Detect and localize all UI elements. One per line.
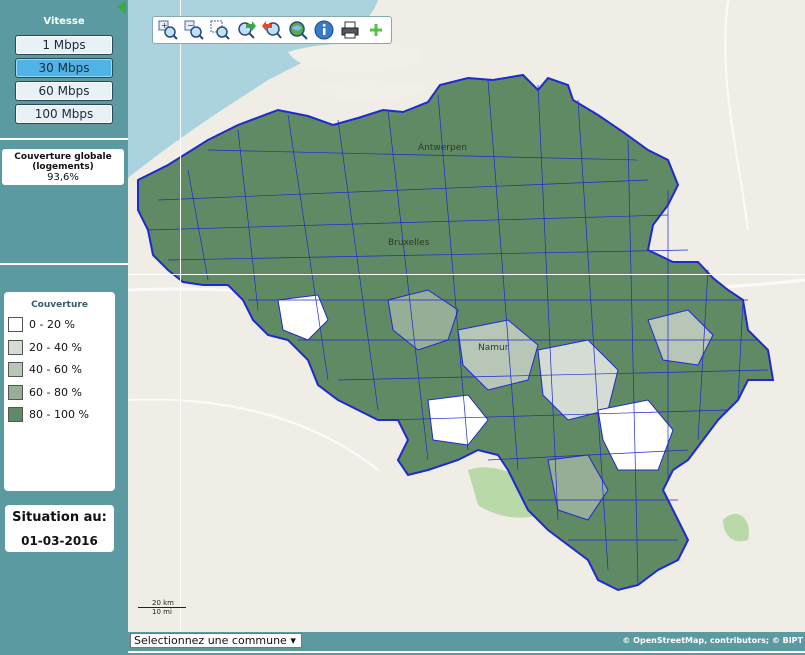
scale-bar: 20 km 10 mi [138,598,198,618]
global-coverage-panel: Couverture globale (logements) 93,6% [2,149,124,185]
situation-title: Situation au: [12,510,107,525]
sidebar: Vitesse 1 Mbps 30 Mbps 60 Mbps 100 Mbps … [0,0,128,655]
crosshair-horizontal [128,274,805,275]
add-icon [370,24,382,36]
legend-item: 60 - 80 % [8,384,82,400]
divider [0,263,128,265]
full-extent-icon [289,21,308,40]
zoom-in-icon: + [158,20,178,40]
collapse-panel-icon[interactable] [116,0,127,14]
legend-swatch [8,316,23,332]
legend-item: 80 - 100 % [8,406,89,422]
pan-back-tool[interactable] [260,18,284,42]
zoom-out-tool[interactable]: − [182,18,206,42]
chevron-down-icon: ▾ [290,634,296,647]
print-tool[interactable] [338,18,362,42]
legend-item: 40 - 60 % [8,361,82,377]
legend-label: 20 - 40 % [29,340,82,354]
commune-select-label: Selectionnez une commune [134,634,287,647]
crosshair-vertical [180,0,181,632]
legend-label: 80 - 100 % [29,407,89,421]
road [724,0,749,231]
zoom-box-tool[interactable] [208,18,232,42]
road [128,398,379,471]
forest-area [723,513,749,542]
zoom-box-icon [210,20,230,40]
scale-km: 20 km [152,599,175,607]
situation-date: 01-03-2016 [21,534,98,548]
speed-title: Vitesse [43,16,85,27]
legend-swatch [8,406,23,422]
commune-select[interactable]: Selectionnez une commune ▾ [130,633,302,648]
speed-button-30mbps[interactable]: 30 Mbps [15,58,113,78]
map-canvas: Antwerpen Bruxelles Namur [128,0,805,592]
legend-label: 60 - 80 % [29,385,82,399]
map-view[interactable]: Antwerpen Bruxelles Namur + − 20 km 10 m… [128,0,805,632]
speed-button-1mbps[interactable]: 1 Mbps [15,35,113,55]
land-area [318,80,428,101]
divider [0,138,128,140]
scale-mi: 10 mi [152,608,172,616]
speed-button-100mbps[interactable]: 100 Mbps [15,104,113,124]
place-label: Bruxelles [388,238,430,248]
global-coverage-title: Couverture globale (logements) [14,152,112,172]
situation-panel: Situation au: 01-03-2016 [5,505,114,552]
zoom-in-tool[interactable]: + [156,18,180,42]
global-coverage-value: 93,6% [47,172,79,183]
print-icon [341,21,359,39]
full-extent-tool[interactable] [286,18,310,42]
pan-forward-tool[interactable] [234,18,258,42]
pan-back-icon [262,21,282,39]
map-toolbar: + − [152,16,392,44]
legend-swatch [8,384,23,400]
legend: Couverture 0 - 20 % 20 - 40 % 40 - 60 % … [4,292,115,491]
pan-forward-icon [238,21,256,39]
legend-title: Couverture [31,300,88,310]
legend-item: 20 - 40 % [8,339,82,355]
speed-button-60mbps[interactable]: 60 Mbps [15,81,113,101]
info-tool[interactable] [312,18,336,42]
legend-label: 0 - 20 % [29,317,75,331]
legend-swatch [8,339,23,355]
map-attribution: © OpenStreetMap, contributors; © BIPT [622,636,803,645]
place-label: Namur [478,343,509,353]
zoom-out-icon: − [184,20,204,40]
land-area [288,43,421,73]
legend-item: 0 - 20 % [8,316,75,332]
legend-swatch [8,361,23,377]
info-icon [314,20,334,40]
add-tool[interactable] [364,18,388,42]
legend-label: 40 - 60 % [29,362,82,376]
divider [128,651,805,653]
place-label: Antwerpen [418,143,467,153]
bottom-bar: Selectionnez une commune ▾ © OpenStreetM… [128,632,805,655]
